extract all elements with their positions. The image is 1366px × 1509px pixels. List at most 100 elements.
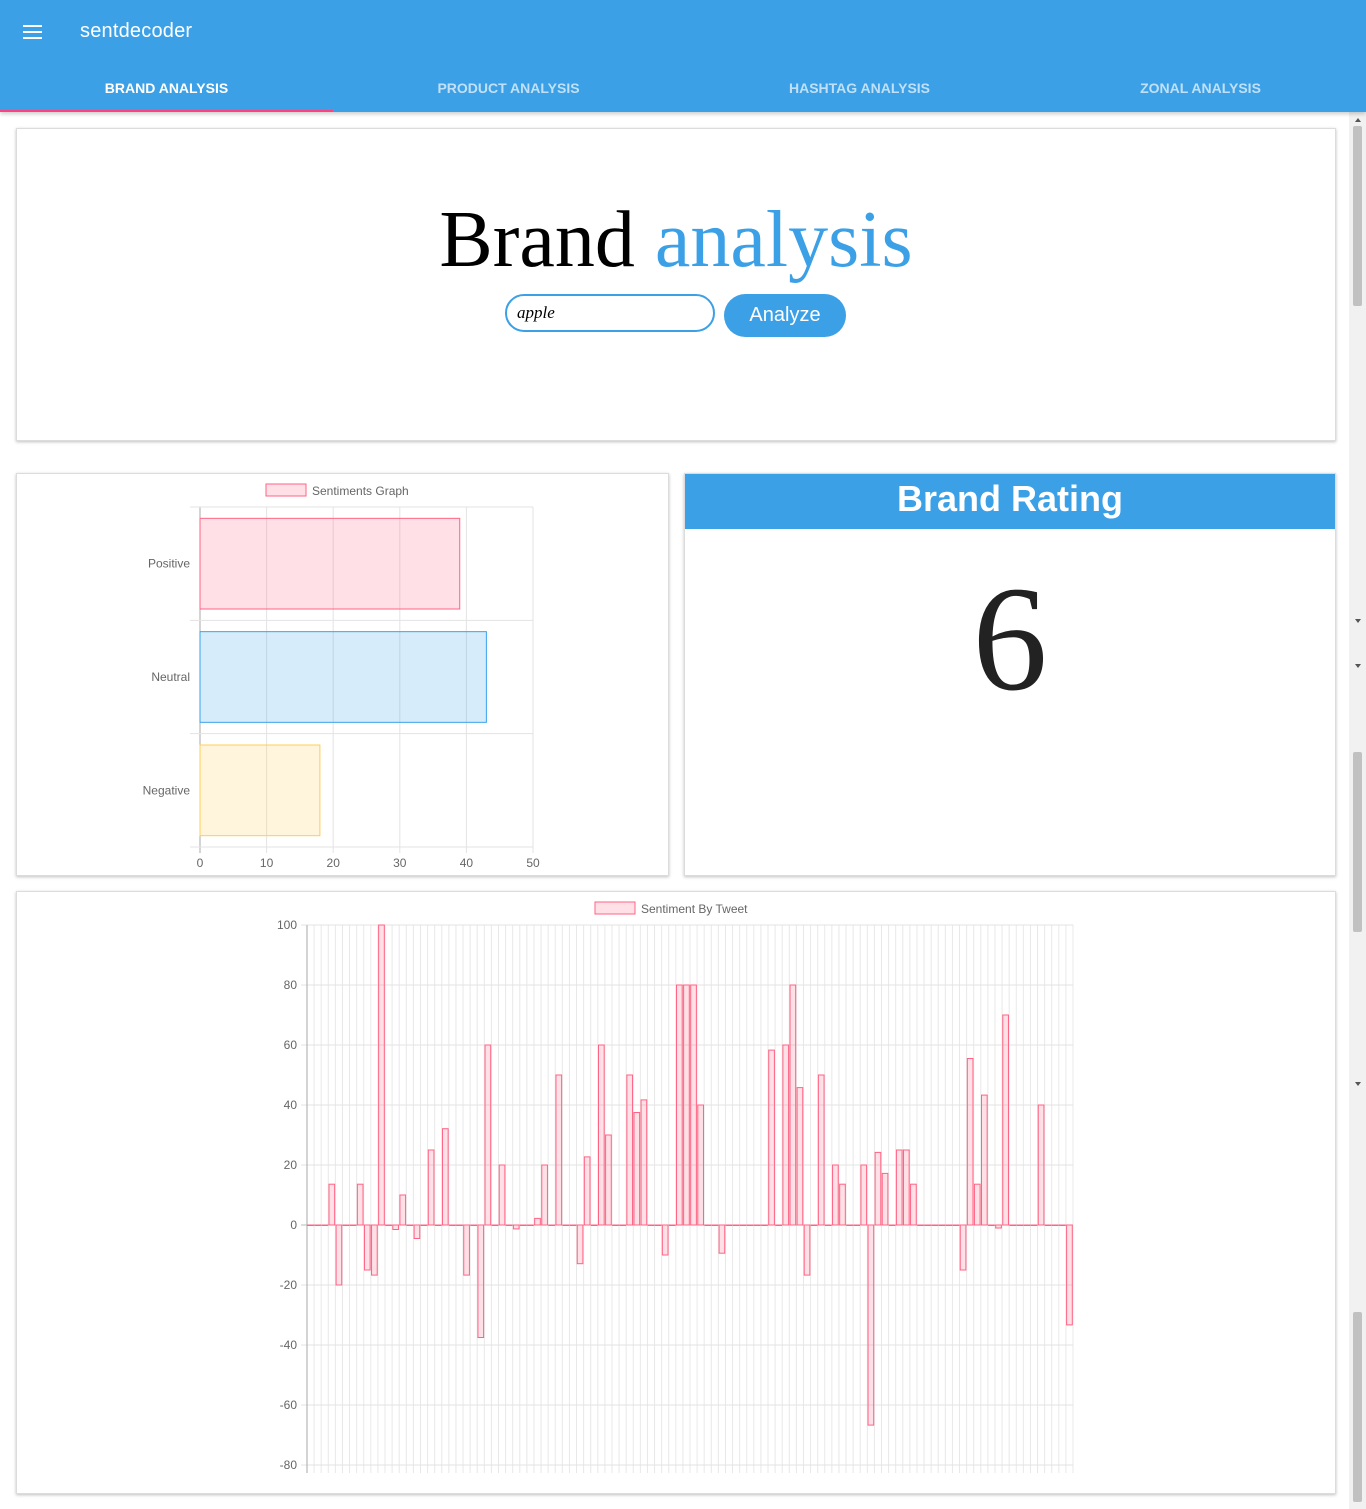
scrollbar-thumb[interactable]	[1353, 752, 1362, 932]
tweet-bar	[917, 1224, 924, 1226]
brand-rating-header: Brand Rating	[685, 474, 1335, 529]
tweet-bar	[491, 1224, 499, 1226]
scroll-down-arrow-icon[interactable]	[1355, 1082, 1361, 1086]
tweet-bar	[846, 1224, 853, 1226]
x-tick-label: 30	[393, 856, 407, 870]
bar-negative	[199, 744, 321, 837]
tweet-bar	[945, 1224, 953, 1226]
tweet-bar	[477, 1224, 485, 1338]
tweet-bar	[1059, 1224, 1066, 1226]
tweet-bar	[321, 1224, 329, 1226]
scroll-down-arrow-icon[interactable]	[1355, 619, 1361, 623]
y-tick-label: Neutral	[151, 670, 190, 684]
tweet-bar	[598, 1044, 605, 1226]
tweet-bar	[761, 1224, 768, 1226]
tweet-bar	[924, 1224, 931, 1226]
tweet-bar	[512, 1224, 520, 1230]
y-tick-label: 40	[284, 1098, 298, 1112]
tweet-bar	[775, 1224, 782, 1226]
tweet-bar	[732, 1224, 740, 1226]
tweet-bar	[931, 1224, 939, 1226]
analyze-button[interactable]: Analyze	[724, 294, 846, 337]
tweet-bar	[832, 1164, 839, 1226]
x-tick-label: 40	[460, 856, 474, 870]
page-title: Brand analysis	[17, 195, 1335, 285]
tweet-bar	[569, 1224, 577, 1226]
tweet-bar	[888, 1224, 896, 1226]
tab-product-analysis[interactable]: PRODUCT ANALYSIS	[333, 64, 684, 112]
sentiments-graph-chart: Sentiments Graph 0 10 20 30 40 50 Positive Neutr…	[143, 483, 540, 870]
tweet-bar	[605, 1134, 612, 1226]
x-tick-label: 10	[260, 856, 274, 870]
tweet-bar	[789, 984, 797, 1226]
title-brand: Brand	[439, 196, 635, 284]
tweet-bar	[413, 1224, 421, 1239]
tweet-bar	[711, 1224, 719, 1226]
tweet-bar	[371, 1224, 378, 1276]
tweet-bar	[910, 1183, 917, 1226]
tab-hashtag-analysis[interactable]: HASHTAG ANALYSIS	[684, 64, 1035, 112]
tweet-bar	[463, 1224, 470, 1276]
app-bar: sentdecoder BRAND ANALYSIS PRODUCT ANALY…	[0, 0, 1366, 112]
tweet-bar	[881, 1172, 889, 1226]
bar-neutral	[199, 631, 487, 723]
tweet-bar	[562, 1224, 570, 1226]
tweet-bar	[895, 1149, 903, 1226]
sentiments-graph-card: Sentiments Graph 0 10 20 30 40 50 Positive Neutr…	[16, 473, 669, 876]
tweet-bar	[683, 984, 690, 1226]
tweet-bar	[810, 1224, 818, 1226]
tweet-bar	[385, 1224, 392, 1226]
y-tick-label: 20	[284, 1158, 298, 1172]
tweet-bar	[1051, 1224, 1059, 1226]
scroll-down-arrow-icon[interactable]	[1355, 664, 1361, 668]
scroll-up-arrow-icon[interactable]	[1355, 118, 1361, 122]
tweet-bar	[1009, 1224, 1017, 1226]
tweet-bar	[746, 1224, 754, 1226]
tweet-bar	[966, 1058, 974, 1226]
tweet-bar	[902, 1149, 910, 1226]
tweet-bar	[449, 1224, 456, 1226]
page-scrollbar[interactable]	[1349, 112, 1366, 1509]
x-tick-label: 0	[197, 856, 204, 870]
tab-zonal-analysis[interactable]: ZONAL ANALYSIS	[1035, 64, 1366, 112]
tweet-bar	[555, 1074, 563, 1226]
tweet-bar	[527, 1224, 534, 1226]
tweet-bar	[697, 1104, 704, 1226]
tweet-bar	[307, 1224, 314, 1226]
tweet-bar	[952, 1224, 960, 1226]
tweet-bar	[484, 1044, 492, 1226]
tweet-bar	[981, 1094, 988, 1226]
scrollbar-thumb[interactable]	[1353, 1312, 1362, 1502]
menu-icon[interactable]	[14, 14, 50, 50]
x-tick-label: 20	[327, 856, 341, 870]
bar-positive	[199, 517, 461, 610]
brand-rating-card: Brand Rating 6	[684, 473, 1336, 876]
tweet-bar	[328, 1183, 336, 1226]
tweet-bar	[342, 1224, 350, 1226]
tweet-bar	[796, 1087, 804, 1226]
tweet-bar	[470, 1224, 478, 1226]
tweet-bar	[938, 1224, 946, 1226]
tweet-bar	[441, 1128, 449, 1226]
brand-search-input[interactable]	[505, 294, 715, 332]
tweet-bar	[1044, 1224, 1052, 1226]
y-tick-label: 0	[290, 1218, 297, 1232]
scrollbar-thumb[interactable]	[1353, 126, 1362, 306]
tweet-bar	[363, 1224, 371, 1271]
tweet-bar	[498, 1164, 506, 1226]
tweet-bar	[1002, 1014, 1009, 1226]
tweet-bar	[392, 1224, 399, 1230]
tweet-bar	[1066, 1224, 1073, 1326]
tab-brand-analysis[interactable]: BRAND ANALYSIS	[0, 64, 333, 112]
tweet-bar	[335, 1224, 343, 1286]
tweet-bar	[668, 1224, 676, 1226]
tweet-bar	[456, 1224, 463, 1226]
y-tick-label: -40	[280, 1338, 298, 1352]
tweet-bar	[583, 1156, 591, 1226]
tweet-bar	[590, 1224, 598, 1226]
tweet-bar	[739, 1224, 747, 1226]
tweet-bar	[959, 1224, 967, 1271]
tweet-bar	[1030, 1224, 1038, 1226]
app-title: sentdecoder	[80, 20, 193, 42]
tweet-bar	[434, 1224, 442, 1226]
